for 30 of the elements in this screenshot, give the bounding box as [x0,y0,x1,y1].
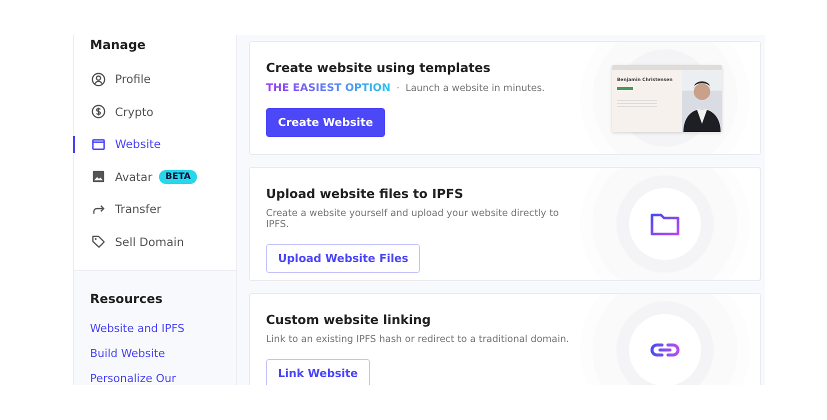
window-icon [91,136,106,152]
image-icon [91,169,106,184]
sidebar-item[interactable]: Sell Domain [74,226,236,258]
sidebar-item[interactable]: Transfer [74,193,236,226]
section-heading: Manage [89,37,147,52]
sidebar-item[interactable]: Crypto [74,96,236,128]
section-heading: Resources [89,291,164,306]
action-button[interactable]: Create Website [266,108,386,137]
option-tag: THE EASIEST OPTION [266,82,391,94]
card-title: Create website using templates [266,60,492,75]
sidebar-item[interactable]: Website [74,128,236,160]
resource-link[interactable]: Personalize Our [74,372,236,385]
card-description: Create a website yourself and upload your website directly to IPFS. [266,208,560,230]
card-title: Custom website linking [266,312,432,327]
card-description: Link to an existing IPFS hash or redirect to a traditional domain. [266,334,570,345]
sidebar-item[interactable]: Profile [74,63,236,96]
dollar-icon [91,104,106,120]
link-icon [650,342,680,358]
resource-link[interactable]: Website and IPFS [74,322,236,335]
folder-icon [650,212,680,236]
card-title: Upload website files to IPFS [266,186,464,201]
sidebar-item[interactable]: Avatar BETA [74,160,236,193]
resource-link[interactable]: Build Website [74,347,236,360]
beta-badge: BETA [159,170,197,184]
tag-icon [91,234,106,250]
user-icon [91,72,106,87]
action-button[interactable]: Upload Website Files [266,244,420,273]
card-description: Launch a website in minutes. [406,83,545,94]
action-button[interactable]: Link Website [266,359,370,385]
separator-dot: · [396,83,400,94]
